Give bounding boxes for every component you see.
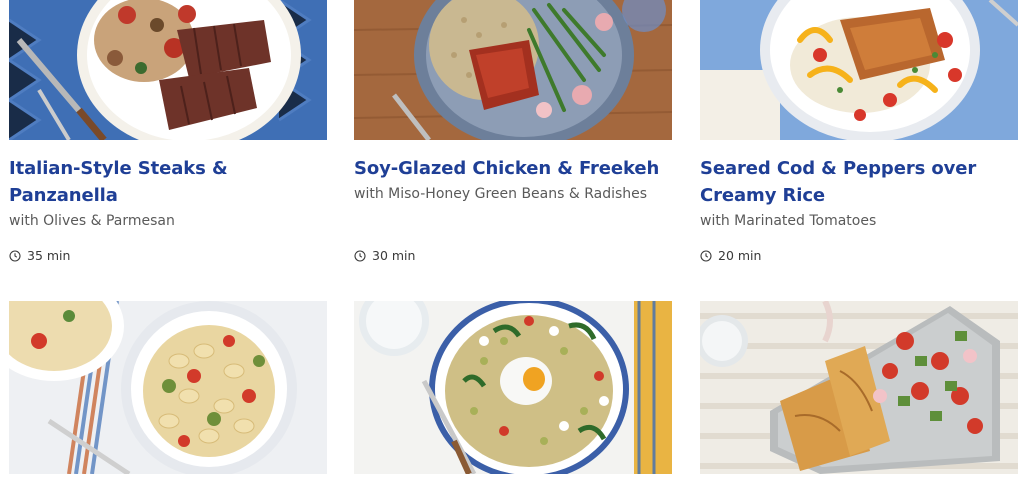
recipe-card[interactable]: Seared Cod & Peppers over Creamy Rice wi… <box>700 0 1018 263</box>
recipe-photo[interactable] <box>354 0 672 140</box>
recipe-subtitle: with Miso-Honey Green Beans & Radishes <box>354 186 648 202</box>
recipe-photo[interactable] <box>9 301 327 474</box>
recipe-card[interactable]: Italian-Style Steaks & Panzanella with O… <box>9 0 327 263</box>
cook-time: 30 min <box>354 248 415 263</box>
cook-time: 35 min <box>9 248 70 263</box>
recipe-photo[interactable] <box>9 0 327 140</box>
cook-time-label: 30 min <box>372 248 416 263</box>
recipe-card[interactable] <box>354 301 672 474</box>
cook-time-label: 20 min <box>718 248 762 263</box>
recipe-photo[interactable] <box>354 301 672 474</box>
recipe-title[interactable]: Italian-Style Steaks & Panzanella <box>9 155 327 209</box>
recipe-card[interactable] <box>9 301 327 474</box>
clock-icon <box>700 249 712 262</box>
cook-time-label: 35 min <box>27 248 71 263</box>
recipe-card[interactable]: Soy-Glazed Chicken & Freekeh with Miso-H… <box>354 0 672 263</box>
recipe-photo[interactable] <box>700 0 1018 140</box>
clock-icon <box>354 249 366 262</box>
recipe-card[interactable] <box>700 301 1018 474</box>
recipe-subtitle: with Marinated Tomatoes <box>700 213 877 229</box>
recipe-photo[interactable] <box>700 301 1018 474</box>
clock-icon <box>9 249 21 262</box>
recipe-subtitle: with Olives & Parmesan <box>9 213 175 229</box>
recipe-title[interactable]: Soy-Glazed Chicken & Freekeh <box>354 155 672 182</box>
recipe-title[interactable]: Seared Cod & Peppers over Creamy Rice <box>700 155 1018 209</box>
recipe-grid: Italian-Style Steaks & Panzanella with O… <box>0 0 1024 477</box>
cook-time: 20 min <box>700 248 761 263</box>
